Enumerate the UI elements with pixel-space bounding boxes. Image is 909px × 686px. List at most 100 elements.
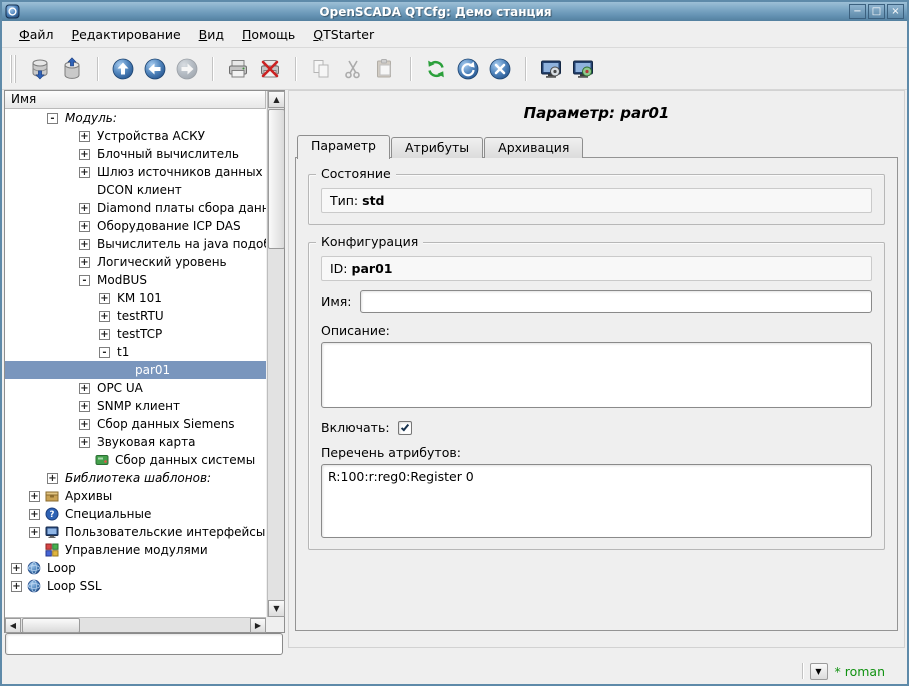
tree-item[interactable]: +Пользовательские интерфейсы (5, 523, 266, 541)
tree-item[interactable]: +Шлюз источников данных (5, 163, 266, 181)
vertical-scrollbar[interactable]: ▲ ▼ (267, 91, 284, 617)
tree-item[interactable]: +Логический уровень (5, 253, 266, 271)
tree-item[interactable]: +Оборудование ICP DAS (5, 217, 266, 235)
tree-item[interactable]: Управление модулями (5, 541, 266, 559)
collapse-icon[interactable]: - (79, 275, 90, 286)
tab-archiving[interactable]: Архивация (484, 137, 583, 158)
go-back-button[interactable] (139, 53, 171, 85)
menu-qtstarter[interactable]: QTStarter (304, 23, 383, 46)
tree-item[interactable]: Сбор данных системы (5, 451, 266, 469)
tree-filter-input[interactable] (5, 633, 283, 655)
stop-updating-button[interactable] (484, 53, 516, 85)
expand-icon[interactable]: + (29, 509, 40, 520)
scroll-left-button[interactable]: ◀ (5, 618, 21, 633)
menubar: Файл Редактирование Вид Помощь QTStarter (2, 21, 907, 48)
expand-icon[interactable]: + (11, 581, 22, 592)
tree-item[interactable]: +KM 101 (5, 289, 266, 307)
expand-icon[interactable]: + (29, 527, 40, 538)
expand-icon[interactable]: + (99, 329, 110, 340)
menu-file[interactable]: Файл (10, 23, 63, 46)
page-title: Параметр: par01 (289, 104, 904, 122)
collapse-icon[interactable]: - (47, 113, 58, 124)
toolbar-separator (406, 56, 415, 82)
expand-icon[interactable]: + (47, 473, 58, 484)
go-forward-button[interactable] (171, 53, 203, 85)
qtstarter-config-button[interactable] (535, 53, 567, 85)
paste-item-button[interactable] (369, 53, 401, 85)
tree-item[interactable]: +?Специальные (5, 505, 266, 523)
menu-help[interactable]: Помощь (233, 23, 304, 46)
tree-item[interactable]: +Diamond платы сбора данных (5, 199, 266, 217)
start-updating-button[interactable] (452, 53, 484, 85)
tree-item-label: Сбор данных Siemens (95, 417, 237, 431)
close-button[interactable]: × (887, 4, 904, 19)
tree-item[interactable]: +OPC UA (5, 379, 266, 397)
maximize-button[interactable]: □ (868, 4, 885, 19)
expand-icon[interactable]: + (79, 239, 90, 250)
go-up-button[interactable] (107, 53, 139, 85)
scroll-right-button[interactable]: ▶ (250, 618, 266, 633)
tree-item[interactable]: + Сбор данных Siemens (5, 415, 266, 433)
delete-item-button[interactable] (254, 53, 286, 85)
name-input[interactable] (360, 290, 872, 313)
tab-parameter[interactable]: Параметр (297, 135, 390, 159)
minimize-button[interactable]: − (849, 4, 866, 19)
menu-edit[interactable]: Редактирование (63, 23, 190, 46)
tree-item[interactable]: +SNMP клиент (5, 397, 266, 415)
menu-view[interactable]: Вид (190, 23, 233, 46)
tree-item[interactable]: +Блочный вычислитель (5, 145, 266, 163)
description-textarea[interactable] (321, 342, 872, 408)
expand-icon[interactable]: + (79, 149, 90, 160)
copy-item-button[interactable] (305, 53, 337, 85)
tree-item[interactable]: +Loop (5, 559, 266, 577)
expand-icon[interactable]: + (79, 203, 90, 214)
scroll-down-button[interactable]: ▼ (268, 600, 285, 617)
expand-icon[interactable]: + (99, 293, 110, 304)
tree-item[interactable]: +testTCP (5, 325, 266, 343)
expand-icon[interactable]: + (29, 491, 40, 502)
tree-item[interactable]: +Вычислитель на java подобном (5, 235, 266, 253)
tree-header[interactable]: Имя (5, 91, 266, 109)
toolbar-handle[interactable] (10, 55, 18, 83)
tree-item[interactable]: DCON клиент (5, 181, 266, 199)
qtstarter-vision-button[interactable] (567, 53, 599, 85)
tree-item[interactable]: +Звуковая карта (5, 433, 266, 451)
expand-icon[interactable]: + (79, 257, 90, 268)
tree-item[interactable]: par01 (5, 361, 266, 379)
tree-item[interactable]: +Архивы (5, 487, 266, 505)
load-from-db-button[interactable] (24, 53, 56, 85)
expand-icon[interactable]: + (79, 221, 90, 232)
tree-item-label: ModBUS (95, 273, 149, 287)
expand-icon[interactable]: + (11, 563, 22, 574)
tree-item[interactable]: +Loop SSL (5, 577, 266, 595)
scroll-up-button[interactable]: ▲ (268, 91, 285, 108)
add-item-button[interactable] (222, 53, 254, 85)
expand-icon[interactable]: + (79, 383, 90, 394)
tree-item[interactable]: -Модуль: (5, 109, 266, 127)
attributes-list[interactable]: R:100:r:reg0:Register 0 (321, 464, 872, 538)
expand-icon[interactable]: + (79, 419, 90, 430)
refresh-button[interactable] (420, 53, 452, 85)
horizontal-scrollbar[interactable]: ◀ ▶ (5, 617, 266, 632)
tree-item[interactable]: +Библиотека шаблонов: (5, 469, 266, 487)
tree-item[interactable]: -t1 (5, 343, 266, 361)
expand-icon[interactable]: + (79, 401, 90, 412)
cut-item-button[interactable] (337, 53, 369, 85)
expand-icon[interactable]: + (79, 167, 90, 178)
tab-attributes[interactable]: Атрибуты (391, 137, 483, 158)
tree-item-label: par01 (133, 363, 172, 377)
user-dropdown-button[interactable]: ▼ (810, 663, 828, 680)
titlebar[interactable]: OpenSCADA QTCfg: Демо станция − □ × (2, 2, 907, 21)
tree-item[interactable]: +testRTU (5, 307, 266, 325)
save-to-db-button[interactable] (56, 53, 88, 85)
expand-icon[interactable]: + (79, 437, 90, 448)
collapse-icon[interactable]: - (99, 347, 110, 358)
vertical-scroll-thumb[interactable] (268, 109, 285, 249)
horizontal-scroll-thumb[interactable] (22, 618, 80, 633)
tree-item[interactable]: -ModBUS (5, 271, 266, 289)
tree-item[interactable]: +Устройства АСКУ (5, 127, 266, 145)
attribute-item[interactable]: R:100:r:reg0:Register 0 (328, 468, 865, 485)
enable-checkbox[interactable] (398, 421, 412, 435)
expand-icon[interactable]: + (79, 131, 90, 142)
expand-icon[interactable]: + (99, 311, 110, 322)
